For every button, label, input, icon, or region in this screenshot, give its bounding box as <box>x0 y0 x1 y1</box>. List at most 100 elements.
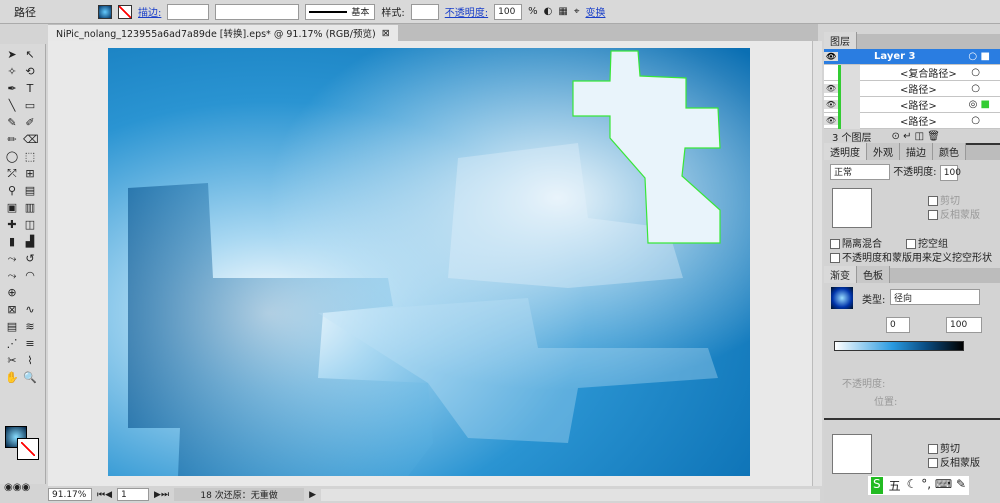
stroke-link[interactable]: 描边: <box>138 4 161 19</box>
tool-button[interactable]: ⤳ <box>5 269 19 283</box>
tool-button[interactable]: ╲ <box>5 99 19 113</box>
opacity-mask-knockout-checkbox[interactable]: 不透明度和蒙版用来定义挖空形状 <box>842 253 992 264</box>
tool-button[interactable]: ⌇ <box>23 354 37 368</box>
tool-button[interactable]: ⌫ <box>23 133 39 147</box>
vertical-scrollbar[interactable] <box>812 41 822 486</box>
gradient-slider[interactable] <box>834 341 964 351</box>
tab-gradient[interactable]: 渐变 <box>824 266 857 283</box>
layer-row[interactable]: <复合路径> ○ <box>824 64 1000 81</box>
close-tab-icon[interactable]: ⊠ <box>382 28 390 39</box>
tool-button[interactable]: ✏ <box>5 133 19 147</box>
tab-stroke[interactable]: 描边 <box>900 143 933 160</box>
style-select[interactable] <box>410 3 439 20</box>
tab-color[interactable]: 颜色 <box>933 143 966 160</box>
tab-swatches[interactable]: 色板 <box>857 266 890 283</box>
opacity-input[interactable]: 100 <box>939 165 961 181</box>
align-icon[interactable]: ▦ <box>558 6 567 17</box>
tool-button[interactable]: ⤱ <box>5 167 19 181</box>
tool-button[interactable]: ⤳ <box>5 252 19 266</box>
tab-appearance[interactable]: 外观 <box>867 143 900 160</box>
document-title: NiPic_nolang_123955a6ad7a89de [转换].eps* … <box>56 29 376 40</box>
document-tab[interactable]: NiPic_nolang_123955a6ad7a89de [转换].eps* … <box>48 25 398 41</box>
tab-layers[interactable]: 图层 <box>824 32 857 49</box>
angle-input[interactable]: 0 <box>886 317 910 333</box>
tab-transparency[interactable]: 透明度 <box>824 143 867 160</box>
tool-button[interactable]: ⬚ <box>23 150 37 164</box>
tool-button[interactable]: ▟ <box>23 235 37 249</box>
aspect-ratio-input[interactable]: 100 <box>946 317 982 333</box>
opacity-input[interactable]: 100 <box>494 3 523 20</box>
tool-button[interactable]: ⟲ <box>23 65 37 79</box>
status-bar: 91.17% ⏮◀ 1 ▶⏭ 18 次还原：无重做 ▶ <box>44 486 820 503</box>
gradient-type-select[interactable]: 径向 <box>890 289 980 305</box>
style-label: 样式: <box>381 8 405 19</box>
layer-row[interactable]: 👁 <路径> ○ <box>824 112 1000 129</box>
lower-mask-thumbnail[interactable] <box>832 434 872 474</box>
ime-toolbar[interactable]: S 五 ☾ °, ⌨ ✎ <box>868 476 970 495</box>
isolate-icon[interactable]: ⌖ <box>574 6 580 17</box>
artboard-select[interactable]: 1 <box>117 488 150 501</box>
recolor-icon[interactable]: ◐ <box>544 6 553 17</box>
transparency-panel: 正常 不透明度: 100 剪切 反相蒙版 隔离混合 挖空组 不透明度和蒙版用来定… <box>824 160 1000 268</box>
fill-swatch[interactable] <box>98 4 112 19</box>
zoom-select[interactable]: 91.17% <box>48 488 92 501</box>
tool-button[interactable]: ⊞ <box>23 167 37 181</box>
first-artboard-button[interactable]: ⏮◀ <box>97 490 112 500</box>
tool-button[interactable]: ≋ <box>23 320 37 334</box>
layer-row[interactable]: 👁 <路径> ○ <box>824 80 1000 97</box>
screen-mode-buttons[interactable]: ◉◉◉ <box>4 482 30 493</box>
lower-invert-checkbox[interactable]: 反相蒙版 <box>940 458 980 469</box>
opacity-link[interactable]: 不透明度: <box>445 4 488 19</box>
stop-opacity-label: 不透明度: <box>842 379 886 390</box>
tool-button[interactable]: ◫ <box>23 218 37 232</box>
tool-button[interactable]: ✂ <box>5 354 19 368</box>
tool-button[interactable]: ≡ <box>23 337 37 351</box>
stroke-color-swatch[interactable] <box>17 438 39 460</box>
tool-button[interactable]: ▭ <box>23 99 37 113</box>
gradient-swatch[interactable] <box>831 287 853 309</box>
tool-button[interactable]: ◯ <box>5 150 19 164</box>
variable-width-select[interactable] <box>215 3 300 20</box>
next-artboard-button[interactable]: ▶⏭ <box>154 490 169 500</box>
artboard[interactable] <box>108 48 750 476</box>
opacity-label: 不透明度: <box>893 167 937 178</box>
tool-button[interactable]: ▥ <box>23 201 37 215</box>
tool-button[interactable]: ↺ <box>23 252 37 266</box>
tool-button[interactable]: ▮ <box>5 235 19 249</box>
status-menu-arrow[interactable]: ▶ <box>309 490 316 500</box>
tool-button[interactable]: ⊠ <box>5 303 19 317</box>
tool-button[interactable]: ✋ <box>5 371 19 385</box>
tool-button[interactable]: ✚ <box>5 218 19 232</box>
layer-row[interactable]: 👁 <路径> ◎ ■ <box>824 96 1000 113</box>
tool-button[interactable]: ⚲ <box>5 184 19 198</box>
tool-button[interactable]: ∿ <box>23 303 37 317</box>
mask-thumbnail[interactable] <box>832 188 872 228</box>
document-tab-bar: NiPic_nolang_123955a6ad7a89de [转换].eps* … <box>48 24 818 41</box>
tool-button[interactable]: ↖ <box>23 48 37 62</box>
tool-button[interactable]: ◠ <box>23 269 37 283</box>
tool-button[interactable]: 🔍 <box>23 371 37 385</box>
transform-link[interactable]: 变换 <box>585 4 605 19</box>
tool-button[interactable]: ➤ <box>5 48 19 62</box>
blend-mode-select[interactable]: 正常 <box>830 163 890 180</box>
layer-row[interactable]: 👁 Layer 3 ○ ■ <box>824 49 1000 65</box>
invert-mask-checkbox[interactable]: 反相蒙版 <box>940 210 980 221</box>
panel-dock: 图层 👁 Layer 3 ○ ■ <复合路径> ○ 👁 <路径> ○ 👁 <路径> ◎ ■ 👁… <box>824 32 1000 503</box>
tool-button[interactable]: ▤ <box>23 184 37 198</box>
horizontal-scrollbar[interactable] <box>320 488 820 501</box>
stroke-weight-input[interactable] <box>167 3 210 20</box>
tool-button[interactable]: ⊕ <box>5 286 19 300</box>
tool-button[interactable]: ⋰ <box>5 337 19 351</box>
stroke-swatch[interactable] <box>118 4 132 19</box>
tool-button[interactable]: ✎ <box>5 116 19 130</box>
undo-status: 18 次还原：无重做 <box>174 488 305 501</box>
tool-button[interactable]: ✒ <box>5 82 19 96</box>
layer-buttons[interactable]: ⊙ ↵ ◫ 🗑 <box>892 131 940 142</box>
tool-button[interactable]: ▣ <box>5 201 19 215</box>
tool-button[interactable]: ✧ <box>5 65 19 79</box>
tool-button[interactable]: ✐ <box>23 116 37 130</box>
tool-button[interactable]: T <box>23 82 37 96</box>
tools-panel: (function(){const g=["➤","↖","✧","⟲","✒"… <box>0 44 46 493</box>
tool-button[interactable]: ▤ <box>5 320 19 334</box>
brush-profile-select[interactable]: 基本 <box>305 3 376 20</box>
